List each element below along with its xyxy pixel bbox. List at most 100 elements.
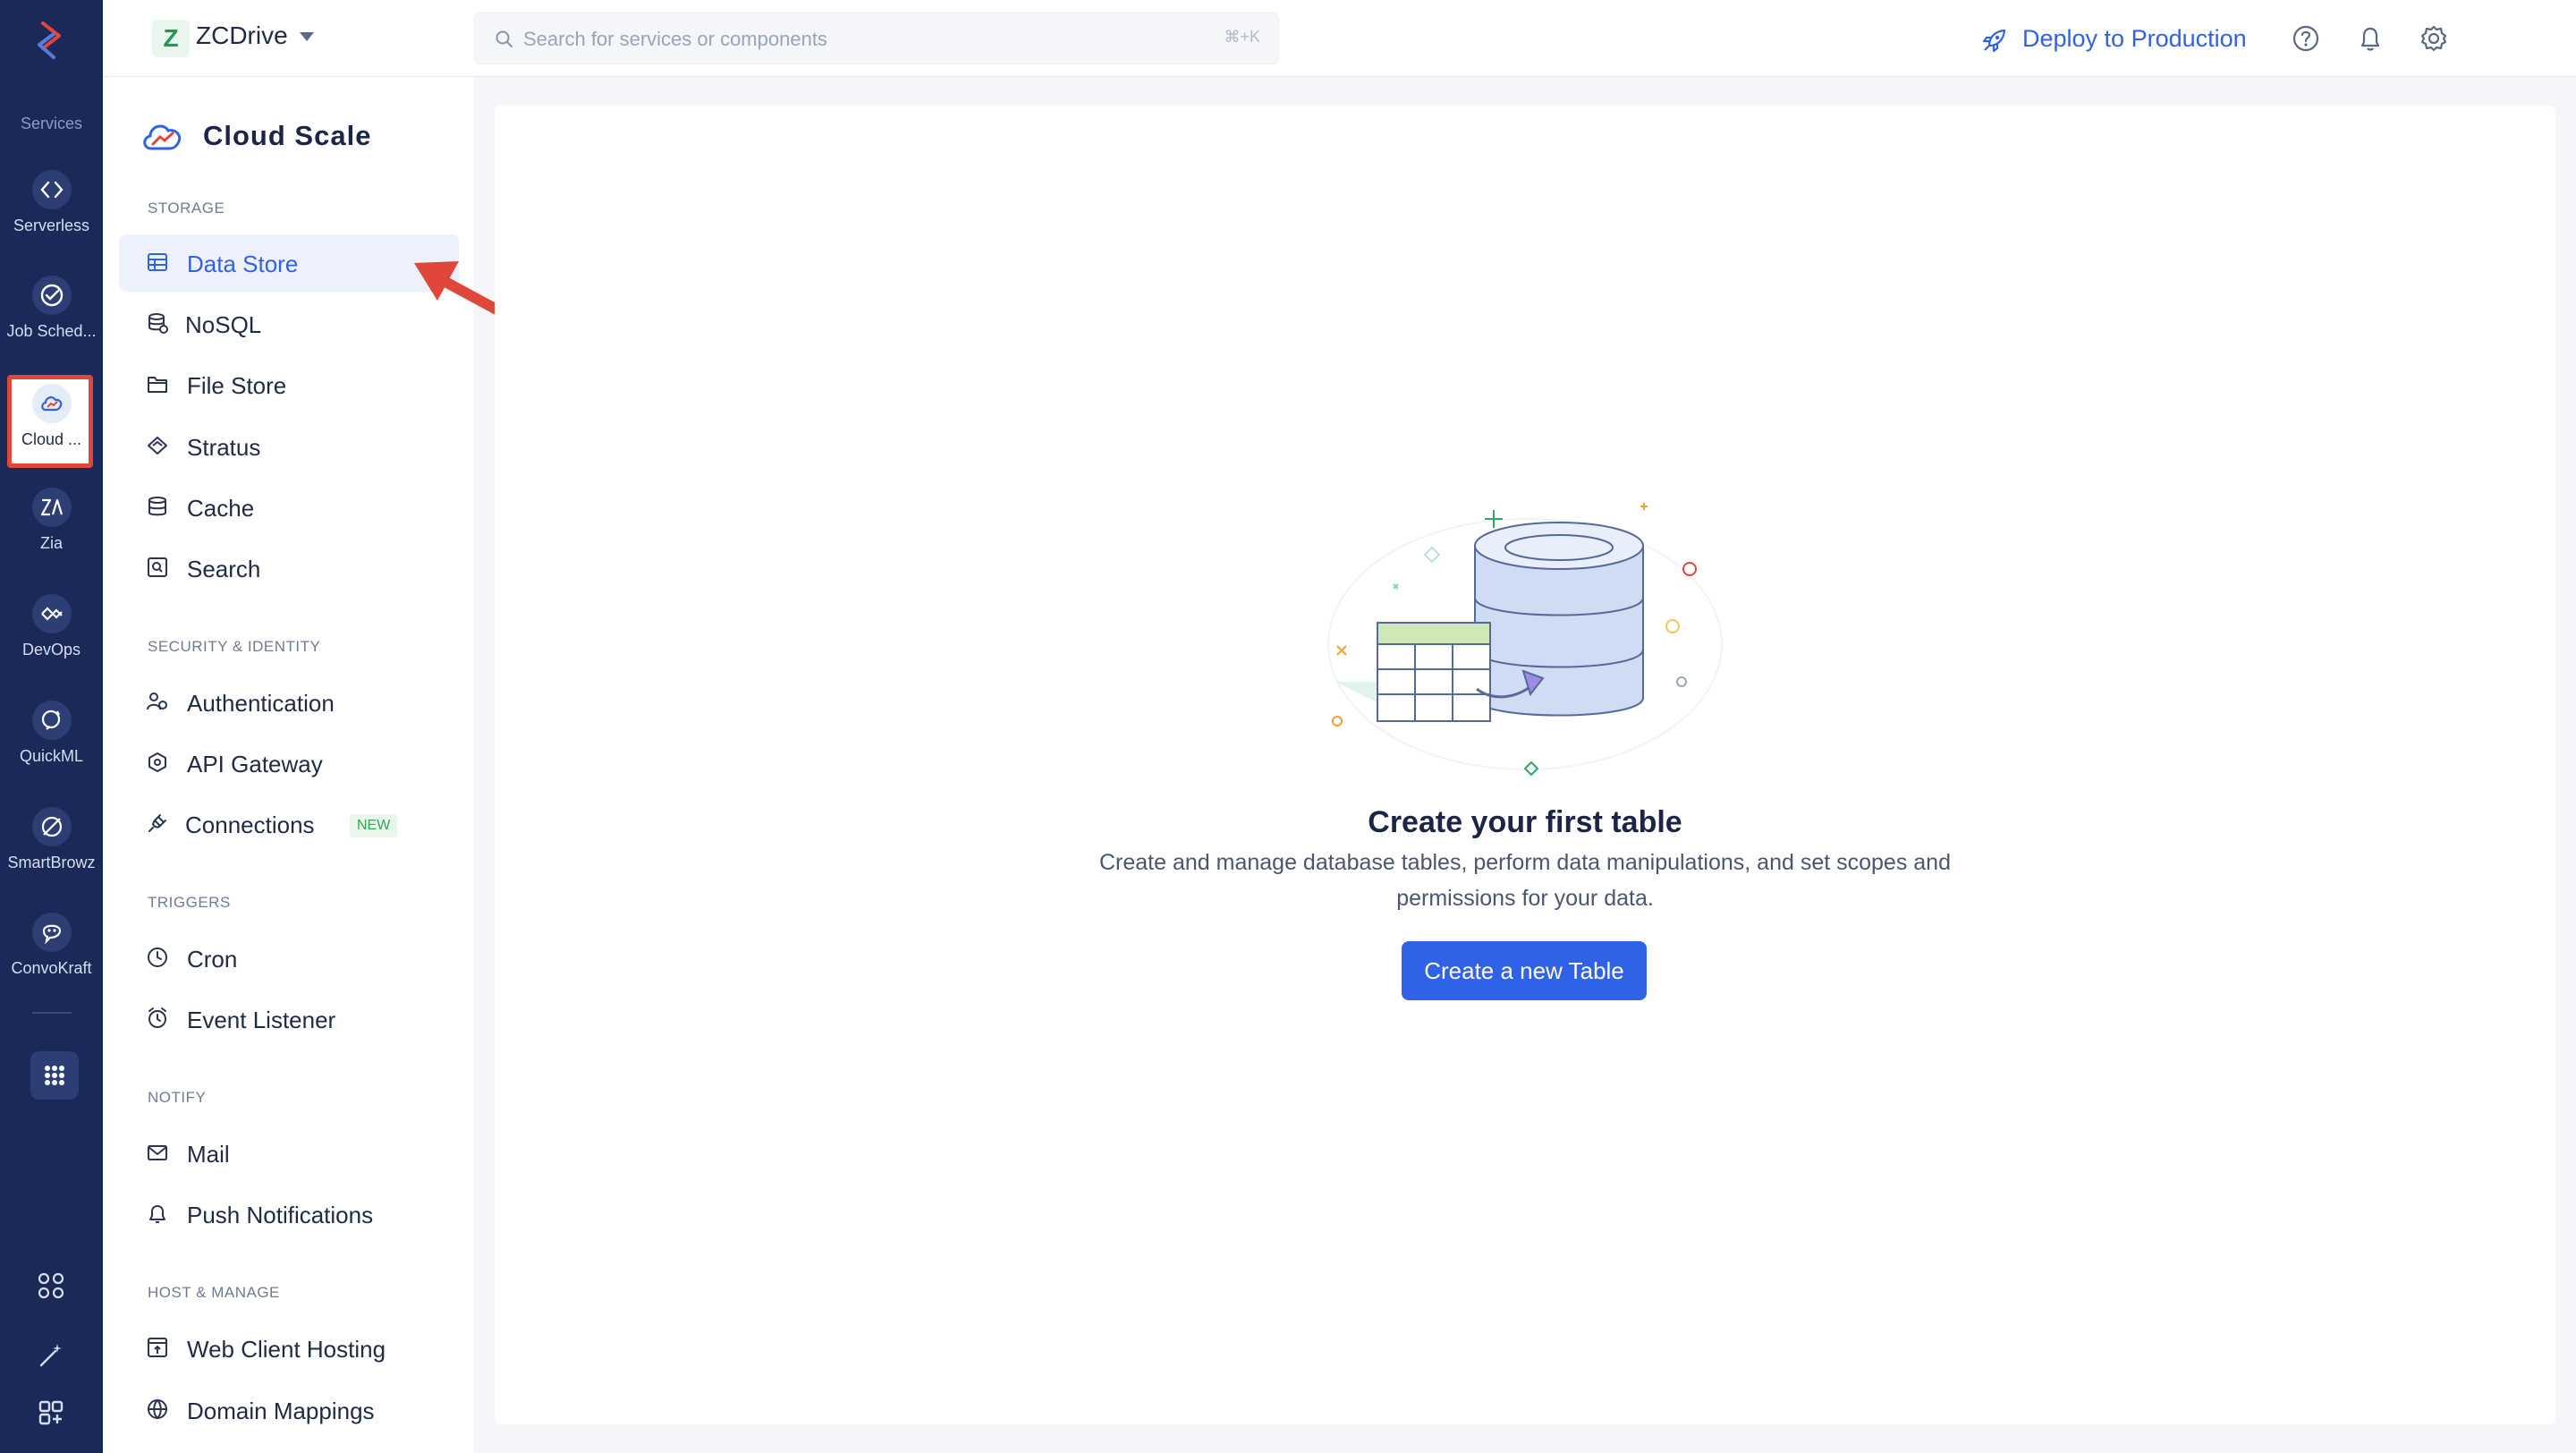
sidebar-item-label: Cron — [187, 946, 238, 973]
rail-item-smartbrowz[interactable]: SmartBrowz — [0, 807, 103, 907]
global-search[interactable]: ⌘+K — [474, 13, 1279, 64]
sidebar-item-label: Push Notifications — [187, 1202, 374, 1228]
rail-divider — [32, 1012, 72, 1014]
sidebar-item-connections[interactable]: Connections NEW — [119, 795, 459, 853]
sidebar-item-label: File Store — [187, 372, 287, 399]
deploy-label: Deploy to Production — [2022, 25, 2247, 52]
rail-item-label: DevOps — [21, 641, 81, 659]
smartbrowz-icon — [31, 807, 72, 846]
search-box-icon — [148, 557, 167, 577]
section-security-identity: SECURITY & IDENTITY — [148, 638, 321, 655]
bell-icon — [149, 1205, 165, 1223]
rail-item-label: Zia — [39, 534, 63, 552]
sidebar-item-push-notifications[interactable]: Push Notifications — [119, 1185, 459, 1243]
help-icon[interactable] — [2289, 21, 2323, 55]
sidebar-item-label: Cache — [187, 495, 255, 522]
search-input[interactable] — [523, 24, 1203, 55]
catalyst-logo-icon[interactable] — [27, 16, 75, 64]
devops-icon — [31, 594, 72, 633]
plug-icon — [148, 814, 166, 832]
sidebar-title-text: Cloud Scale — [203, 120, 372, 151]
rail-item-label: Job Sched... — [6, 322, 97, 340]
rail-item-cloud-scale[interactable]: Cloud ... — [0, 375, 103, 482]
sidebar-item-label: Domain Mappings — [187, 1398, 375, 1424]
empty-state-description: Create and manage database tables, perfo… — [1098, 850, 1951, 911]
sidebar-item-label: NoSQL — [185, 311, 262, 338]
cloud-scale-icon — [31, 384, 72, 423]
rail-item-quickml[interactable]: QuickML — [0, 701, 103, 801]
apps-icon[interactable] — [36, 1398, 66, 1428]
clock-icon — [148, 947, 167, 967]
sidebar-item-label: Search — [187, 556, 261, 582]
sidebar-item-authentication[interactable]: Authentication — [119, 674, 459, 731]
rail-item-label: QuickML — [19, 747, 83, 765]
sidebar-item-domain-mappings[interactable]: Domain Mappings — [119, 1381, 459, 1439]
rail-item-label: Serverless — [13, 217, 90, 234]
web-hosting-icon — [148, 1338, 167, 1357]
create-new-table-button[interactable]: Create a new Table — [1402, 941, 1647, 1000]
new-badge: NEW — [350, 814, 398, 837]
search-icon — [496, 30, 513, 47]
cloud-scale-icon — [143, 124, 182, 150]
rail-item-serverless[interactable]: Serverless — [0, 170, 103, 270]
deploy-to-production-button[interactable]: Deploy to Production — [1981, 18, 2247, 59]
search-shortcut: ⌘+K — [1224, 28, 1260, 46]
globe-icon — [148, 1399, 167, 1420]
rocket-icon — [1982, 29, 2006, 53]
users-icon — [147, 693, 167, 710]
section-notify: NOTIFY — [148, 1089, 207, 1106]
sidebar-item-label: API Gateway — [187, 751, 323, 777]
gear-icon[interactable] — [2417, 21, 2451, 55]
sidebar-item-api-gateway[interactable]: API Gateway — [119, 735, 459, 792]
sidebar-item-cache[interactable]: Cache — [119, 479, 459, 536]
sidebar-item-search[interactable]: Search — [119, 540, 459, 597]
rail-item-zia[interactable]: Zia — [0, 488, 103, 588]
rail-item-label: ConvoKraft — [11, 959, 92, 977]
nosql-icon — [148, 313, 168, 334]
rail-item-job-scheduling[interactable]: Job Sched... — [0, 276, 103, 376]
top-header: Z ZCDrive ⌘+K Deploy to Production — [103, 0, 2576, 77]
sidebar-item-web-client-hosting[interactable]: Web Client Hosting — [119, 1320, 459, 1377]
sidebar-item-label: Event Listener — [187, 1007, 336, 1033]
sidebar-item-label: Data Store — [187, 251, 299, 277]
services-label: Services — [20, 115, 83, 132]
mail-icon — [148, 1145, 167, 1160]
stratus-icon — [148, 437, 167, 455]
rail-item-devops[interactable]: DevOps — [0, 594, 103, 694]
chevron-down-icon[interactable] — [300, 32, 314, 41]
rail-item-label: SmartBrowz — [7, 854, 96, 871]
rail-item-label: Cloud ... — [21, 430, 82, 448]
section-triggers: TRIGGERS — [148, 894, 231, 911]
zia-icon — [31, 488, 72, 527]
sidebar-item-label: Authentication — [187, 690, 335, 717]
sidebar-item-event-listener[interactable]: Event Listener — [119, 990, 459, 1048]
database-icon — [148, 497, 166, 516]
sidebar-item-label: Stratus — [187, 434, 261, 461]
service-rail: Services Serverless Job Sched... Cloud .… — [0, 0, 103, 1453]
sidebar-item-label: Web Client Hosting — [187, 1336, 386, 1363]
magic-wand-icon[interactable] — [36, 1340, 66, 1371]
serverless-icon — [31, 170, 72, 209]
quickml-icon — [31, 701, 72, 740]
project-initial-badge[interactable]: Z — [152, 20, 190, 57]
section-storage: STORAGE — [148, 200, 225, 217]
alarm-clock-icon — [148, 1007, 166, 1028]
bell-icon[interactable] — [2353, 21, 2387, 55]
sidebar-item-stratus[interactable]: Stratus — [119, 418, 459, 475]
sidebar-item-mail[interactable]: Mail — [119, 1125, 459, 1182]
all-services-grid-icon[interactable] — [30, 1051, 79, 1100]
database-table-illustration — [1327, 503, 1723, 777]
folder-icon — [148, 377, 167, 393]
rail-item-convokraft[interactable]: ConvoKraft — [0, 913, 103, 1013]
integrations-icon[interactable] — [36, 1270, 66, 1301]
job-scheduling-icon — [31, 276, 72, 315]
empty-state-title: Create your first table — [1368, 805, 1682, 839]
convokraft-icon — [31, 913, 72, 952]
section-host-manage: HOST & MANAGE — [148, 1284, 280, 1301]
api-gateway-icon — [148, 752, 166, 772]
sidebar-item-cron[interactable]: Cron — [119, 930, 459, 987]
sidebar-item-label: Connections — [185, 811, 315, 838]
table-icon — [148, 253, 167, 271]
sidebar-item-label: Mail — [187, 1141, 230, 1168]
project-name[interactable]: ZCDrive — [196, 21, 288, 50]
